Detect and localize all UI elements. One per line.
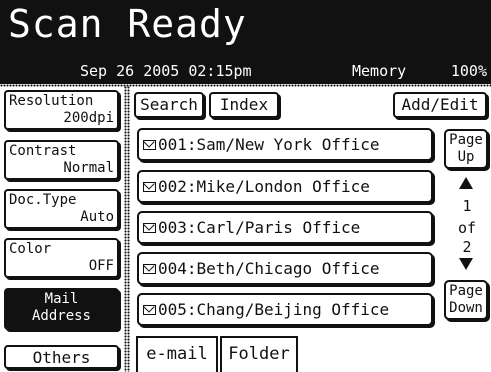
scan-screen: Scan Ready Sep 26 2005 02:15pm Memory 10… <box>0 0 491 372</box>
tab-folder[interactable]: Folder <box>220 336 298 372</box>
address-entry-3[interactable]: 003:Carl/Paris Office <box>137 211 433 244</box>
mail-label: Mail <box>44 291 79 307</box>
others-label: Others <box>32 348 91 367</box>
entry-text: 004:Beth/Chicago Office <box>158 259 380 278</box>
resolution-value: 200dpi <box>63 110 114 126</box>
resolution-label: Resolution <box>9 93 94 109</box>
address-entry-5[interactable]: 005:Chang/Beijing Office <box>137 293 433 326</box>
memory-percent: 100% <box>450 62 487 80</box>
contrast-value: Normal <box>63 160 114 176</box>
envelope-icon <box>143 139 156 150</box>
down-triangle-icon <box>459 258 473 270</box>
tab-folder-label: Folder <box>228 344 290 364</box>
resolution-button[interactable]: Resolution 200dpi <box>4 90 119 130</box>
up-triangle-icon <box>459 177 473 189</box>
header-divider <box>0 84 491 87</box>
total-pages: 2 <box>462 238 472 256</box>
envelope-icon <box>143 222 156 233</box>
color-button[interactable]: Color OFF <box>4 238 119 278</box>
address-entry-4[interactable]: 004:Beth/Chicago Office <box>137 252 433 285</box>
header-bar: Scan Ready Sep 26 2005 02:15pm Memory 10… <box>0 0 491 84</box>
index-label: Index <box>219 95 269 114</box>
tab-email-label: e-mail <box>146 344 208 364</box>
contrast-label: Contrast <box>9 143 77 159</box>
current-page: 1 <box>462 197 472 215</box>
address-entry-2[interactable]: 002:Mike/London Office <box>137 170 433 203</box>
color-label: Color <box>9 241 52 257</box>
address-entry-1[interactable]: 001:Sam/New York Office <box>137 128 433 161</box>
add-edit-label: Add/Edit <box>401 95 479 114</box>
search-button[interactable]: Search <box>134 92 204 118</box>
contrast-button[interactable]: Contrast Normal <box>4 140 119 180</box>
page-up-button[interactable]: Page Up <box>444 129 488 169</box>
color-value: OFF <box>88 258 114 274</box>
entry-text: 003:Carl/Paris Office <box>158 218 361 237</box>
envelope-icon <box>143 304 156 315</box>
entry-text: 002:Mike/London Office <box>158 177 370 196</box>
column-divider <box>124 86 130 372</box>
page-up-line1: Page <box>449 132 483 148</box>
page-title: Scan Ready <box>8 2 247 46</box>
index-button[interactable]: Index <box>209 92 279 118</box>
envelope-icon <box>143 181 156 192</box>
doc-type-button[interactable]: Doc.Type Auto <box>4 189 119 229</box>
page-down-line2: Down <box>449 300 483 316</box>
add-edit-button[interactable]: Add/Edit <box>393 92 487 118</box>
tab-email[interactable]: e-mail <box>136 336 218 372</box>
memory-label: Memory <box>352 62 407 80</box>
page-down-line1: Page <box>449 283 483 299</box>
doc-type-value: Auto <box>80 209 114 225</box>
entry-text: 005:Chang/Beijing Office <box>158 300 390 319</box>
address-label: Address <box>31 308 91 324</box>
envelope-icon <box>143 263 156 274</box>
page-of: of <box>457 219 477 237</box>
page-up-line2: Up <box>457 149 475 165</box>
status-date: Sep 26 2005 02:15pm <box>80 62 252 80</box>
entry-text: 001:Sam/New York Office <box>158 135 380 154</box>
page-down-button[interactable]: Page Down <box>444 280 488 320</box>
mail-address-button[interactable]: Mail Address <box>4 288 119 330</box>
doc-type-label: Doc.Type <box>9 192 77 208</box>
search-label: Search <box>140 95 198 114</box>
others-button[interactable]: Others <box>4 345 119 369</box>
